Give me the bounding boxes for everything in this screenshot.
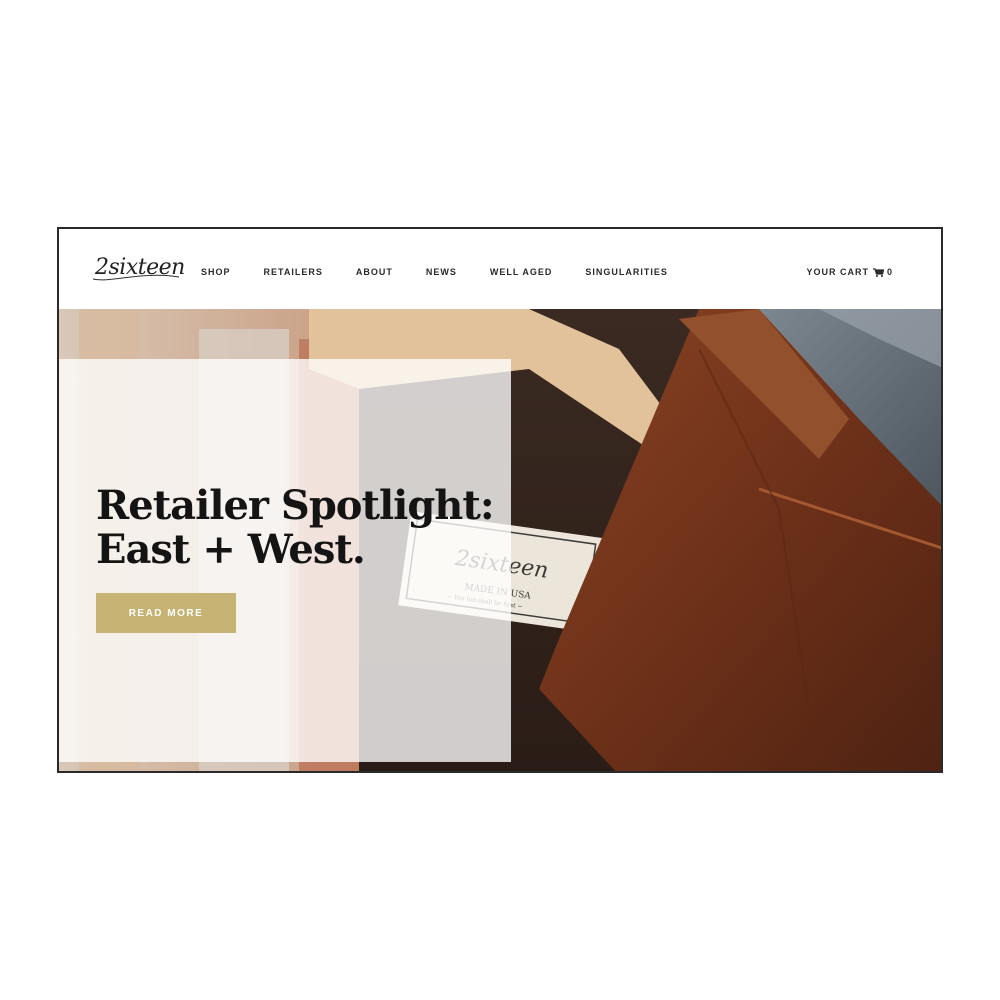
nav-item-retailers[interactable]: RETAILERS (264, 267, 323, 277)
cart-count: 0 (886, 267, 893, 277)
browser-frame: 2sixteen SHOP RETAILERS ABOUT NEWS WELL … (57, 227, 943, 773)
logo-swash-icon (92, 274, 180, 281)
nav-item-about[interactable]: ABOUT (356, 267, 393, 277)
cart-link[interactable]: YOUR CART 0 (806, 267, 893, 277)
hero-headline-line-1: Retailer Spotlight: (96, 482, 495, 529)
read-more-button[interactable]: READ MORE (96, 593, 236, 633)
hero-headline: Retailer Spotlight: East + West. (96, 482, 495, 573)
cart-label: YOUR CART (806, 267, 869, 277)
nav-item-well-aged[interactable]: WELL AGED (490, 267, 553, 277)
cart-icon (872, 267, 884, 277)
nav-item-shop[interactable]: SHOP (201, 267, 231, 277)
site-header: 2sixteen SHOP RETAILERS ABOUT NEWS WELL … (59, 229, 941, 309)
nav-item-news[interactable]: NEWS (426, 267, 457, 277)
hero-headline-line-2: East + West. (96, 526, 366, 573)
brand-logo[interactable]: 2sixteen (92, 255, 185, 281)
nav-item-singularities[interactable]: SINGULARITIES (585, 267, 668, 277)
hero-section: 2sixteen MADE IN USA ~ You too shall be … (59, 309, 941, 771)
main-nav: SHOP RETAILERS ABOUT NEWS WELL AGED SING… (201, 267, 701, 277)
